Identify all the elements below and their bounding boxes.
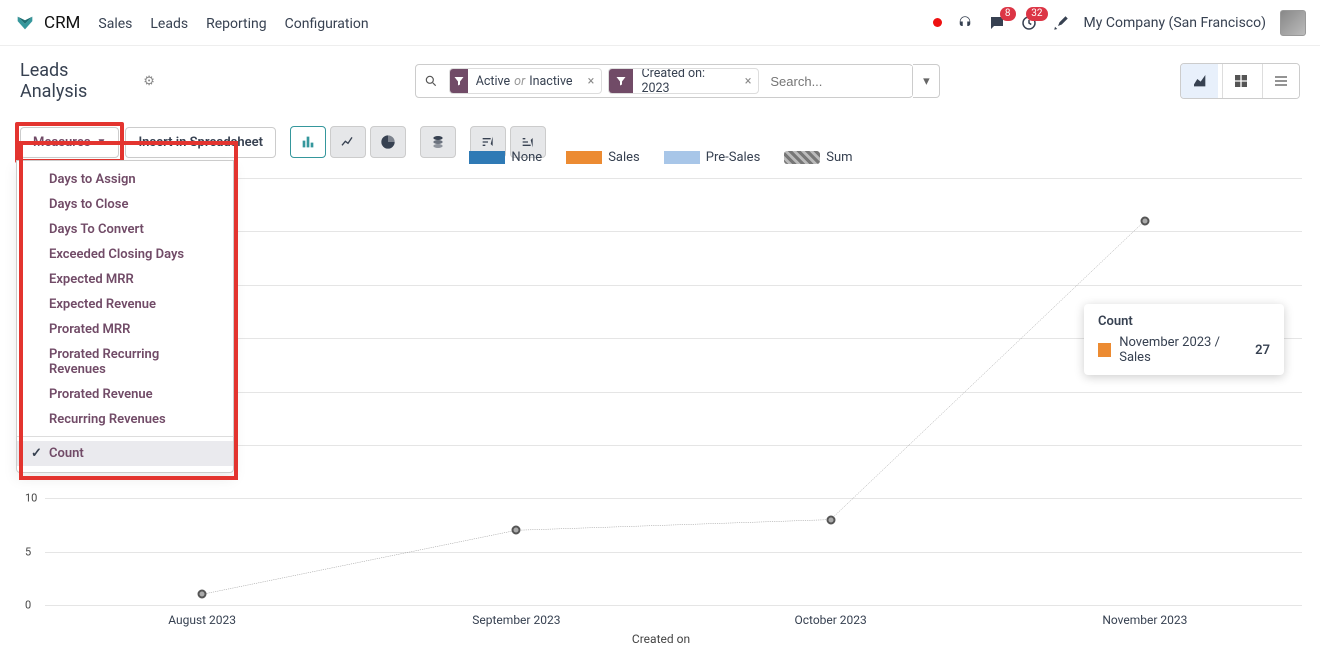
search-input[interactable] <box>762 66 912 96</box>
nav-configuration[interactable]: Configuration <box>285 16 369 32</box>
company-name[interactable]: My Company (San Francisco) <box>1084 15 1266 31</box>
app-name: CRM <box>44 13 80 33</box>
search-dropdown-button[interactable]: ▾ <box>913 64 940 98</box>
measure-item-count[interactable]: ✓Count <box>17 441 233 466</box>
top-nav: CRM Sales Leads Reporting Configuration … <box>0 0 1320 46</box>
measure-item[interactable]: Prorated Recurring Revenues <box>17 342 233 382</box>
filter-date-label: Created on: 2023 <box>633 68 737 94</box>
measure-item[interactable]: Days to Assign <box>17 167 233 192</box>
nav-leads[interactable]: Leads <box>150 16 188 32</box>
gear-icon[interactable]: ⚙ <box>143 74 155 89</box>
support-icon[interactable] <box>956 14 974 32</box>
chevron-down-icon: ▼ <box>97 137 107 148</box>
activities-icon[interactable]: 32 <box>1020 14 1038 32</box>
search-bar[interactable]: Active or Inactive × Created on: 2023 × <box>415 64 913 98</box>
legend-presales[interactable]: Pre-Sales <box>706 150 761 165</box>
legend-sum[interactable]: Sum <box>826 150 852 165</box>
page-title: Leads Analysis ⚙ <box>20 60 155 102</box>
measures-dropdown: Days to Assign Days to Close Days To Con… <box>16 160 234 473</box>
filter-or: or <box>514 74 525 89</box>
close-icon[interactable]: × <box>738 74 759 89</box>
view-list-icon[interactable] <box>1262 64 1299 98</box>
messages-badge: 8 <box>1000 7 1016 21</box>
page-title-text: Leads Analysis <box>20 60 135 102</box>
filter-icon <box>609 69 633 93</box>
filter-inactive: Inactive <box>529 74 572 89</box>
activities-badge: 32 <box>1026 7 1047 21</box>
tooltip-title: Count <box>1098 314 1270 329</box>
nav-reporting[interactable]: Reporting <box>206 16 267 32</box>
x-axis-label: Created on <box>20 632 1302 646</box>
nav-sales[interactable]: Sales <box>98 16 132 32</box>
chart-tooltip: Count November 2023 / Sales 27 <box>1084 304 1284 375</box>
app-logo-icon <box>14 12 36 34</box>
view-switcher <box>1180 63 1300 99</box>
view-graph-icon[interactable] <box>1181 64 1218 98</box>
measure-item[interactable]: Exceeded Closing Days <box>17 242 233 267</box>
filter-icon <box>450 69 468 93</box>
legend-none[interactable]: None <box>511 150 542 165</box>
measure-item[interactable]: Days To Convert <box>17 217 233 242</box>
measure-item[interactable]: Prorated Revenue <box>17 382 233 407</box>
measure-item[interactable]: Prorated MRR <box>17 317 233 342</box>
tools-icon[interactable] <box>1052 14 1070 32</box>
filter-chip-date[interactable]: Created on: 2023 × <box>608 68 759 94</box>
tooltip-label: November 2023 / Sales <box>1119 335 1247 365</box>
measure-item[interactable]: Expected MRR <box>17 267 233 292</box>
search-icon <box>416 74 446 88</box>
filter-active: Active <box>476 74 510 89</box>
messages-icon[interactable]: 8 <box>988 14 1006 32</box>
measures-label: Measures <box>33 135 91 150</box>
measure-item[interactable]: Recurring Revenues <box>17 407 233 432</box>
filter-chip-status[interactable]: Active or Inactive × <box>449 68 602 94</box>
legend-sales[interactable]: Sales <box>608 150 640 165</box>
avatar[interactable] <box>1280 10 1306 36</box>
measure-item[interactable]: Days to Close <box>17 192 233 217</box>
tooltip-color-icon <box>1098 343 1111 357</box>
record-indicator-icon[interactable] <box>933 18 942 27</box>
view-pivot-icon[interactable] <box>1222 64 1259 98</box>
check-icon: ✓ <box>31 446 43 461</box>
close-icon[interactable]: × <box>581 74 602 89</box>
measure-item[interactable]: Expected Revenue <box>17 292 233 317</box>
tooltip-value: 27 <box>1255 343 1270 358</box>
